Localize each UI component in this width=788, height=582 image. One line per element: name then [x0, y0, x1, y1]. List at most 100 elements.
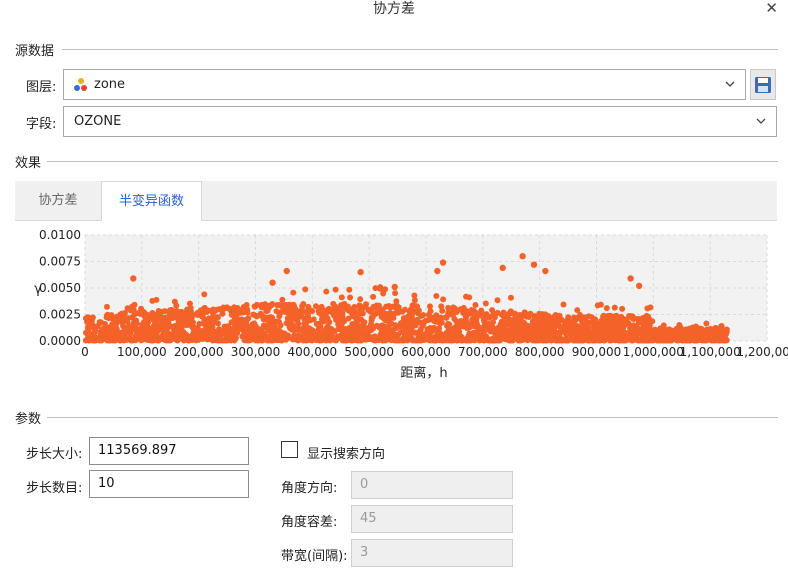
- data-point: [253, 313, 260, 320]
- data-point: [718, 322, 725, 330]
- data-point: [545, 334, 552, 341]
- data-point: [379, 306, 386, 313]
- data-point: [635, 329, 642, 336]
- data-point: [187, 304, 194, 311]
- data-point: [595, 336, 602, 343]
- data-point: [127, 307, 134, 314]
- data-point: [703, 320, 710, 327]
- data-point: [330, 311, 337, 318]
- data-point: [510, 320, 517, 327]
- data-point: [387, 304, 394, 311]
- data-point: [332, 286, 339, 293]
- data-point: [586, 328, 593, 335]
- data-point: [590, 323, 597, 330]
- data-point: [357, 296, 364, 303]
- angle-label: 角度方向:: [281, 481, 338, 496]
- data-point: [394, 336, 401, 343]
- data-point: [665, 326, 672, 333]
- data-point: [604, 315, 611, 322]
- data-point: [183, 317, 190, 324]
- y-tick-label: 0.0075: [39, 255, 81, 269]
- data-point: [628, 329, 635, 336]
- data-point: [436, 325, 443, 332]
- tab-covariance[interactable]: 协方差: [15, 181, 101, 221]
- data-point: [699, 327, 706, 334]
- data-point: [575, 334, 582, 341]
- data-point: [254, 337, 261, 344]
- data-point: [357, 323, 364, 330]
- data-point: [84, 332, 91, 339]
- data-point: [575, 314, 582, 321]
- x-tick-label: 500,000: [344, 345, 394, 359]
- lag-count-input[interactable]: 10: [89, 470, 249, 498]
- data-point: [163, 335, 170, 342]
- data-point: [331, 303, 338, 310]
- data-point: [411, 297, 418, 304]
- data-point: [499, 264, 506, 272]
- source-section-label: 源数据: [15, 44, 55, 59]
- data-point: [269, 279, 276, 286]
- data-point: [446, 321, 453, 328]
- data-point: [467, 335, 474, 342]
- data-point: [616, 316, 623, 323]
- layer-select[interactable]: zone: [63, 69, 746, 100]
- tab-semivariogram[interactable]: 半变异函数: [101, 181, 202, 221]
- data-point: [495, 333, 502, 340]
- data-point: [379, 322, 386, 329]
- data-point: [91, 337, 98, 344]
- data-point: [154, 328, 161, 335]
- data-point: [466, 310, 473, 317]
- data-point: [139, 324, 146, 331]
- data-point: [472, 309, 479, 316]
- data-point: [308, 337, 315, 344]
- data-point: [171, 298, 178, 305]
- data-point: [377, 285, 384, 292]
- close-icon[interactable]: ✕: [765, 0, 778, 17]
- data-point: [228, 307, 235, 314]
- y-tick-label: 0.0000: [39, 334, 81, 348]
- data-point: [552, 311, 559, 318]
- data-point: [478, 312, 485, 319]
- data-point: [261, 323, 268, 330]
- data-point: [279, 296, 286, 303]
- data-point: [519, 253, 526, 260]
- save-layer-button[interactable]: [750, 69, 776, 100]
- x-tick-label: 1,100,000: [680, 345, 741, 359]
- data-point: [292, 316, 299, 323]
- data-point: [326, 305, 333, 312]
- data-point: [498, 319, 505, 326]
- data-point: [643, 312, 650, 319]
- data-point: [169, 307, 176, 314]
- data-point: [712, 336, 719, 343]
- data-point: [222, 337, 229, 344]
- x-tick-label: 100,000: [117, 345, 167, 359]
- chevron-down-icon: [725, 81, 735, 87]
- lag-size-input[interactable]: 113569.897: [89, 437, 249, 465]
- bandwidth-input[interactable]: 3: [351, 539, 513, 567]
- tolerance-input[interactable]: 45: [351, 505, 513, 533]
- data-point: [610, 313, 617, 320]
- data-point: [346, 336, 353, 343]
- show-direction-checkbox[interactable]: [281, 441, 298, 458]
- data-point: [581, 336, 588, 343]
- data-point: [244, 306, 251, 313]
- data-point: [559, 324, 566, 331]
- data-point: [536, 335, 543, 342]
- data-point: [103, 303, 110, 310]
- field-select[interactable]: OZONE: [63, 106, 777, 137]
- data-point: [482, 300, 489, 307]
- y-axis-label: γ: [34, 282, 42, 297]
- semivariogram-chart: 0.0000 0.0025 0.0050 0.0075 0.0100 0 100,000 20…: [34, 228, 788, 381]
- data-point: [365, 307, 372, 314]
- data-point: [153, 312, 160, 319]
- data-point: [338, 294, 345, 301]
- y-tick-label: 0.0100: [39, 228, 81, 242]
- data-point: [434, 267, 441, 275]
- angle-input[interactable]: 0: [351, 471, 513, 499]
- data-point: [494, 309, 501, 316]
- data-point: [346, 286, 353, 293]
- data-point: [84, 319, 91, 326]
- data-point: [560, 301, 567, 308]
- data-point: [649, 318, 656, 325]
- data-point: [470, 316, 477, 323]
